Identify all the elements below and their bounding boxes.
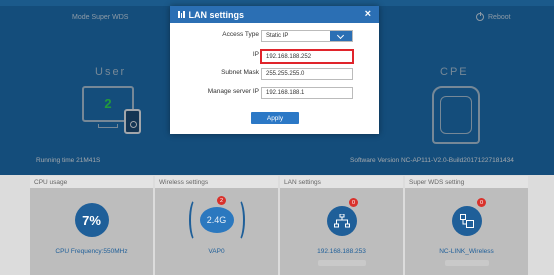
panel-cpu: CPU usage 7% CPU Frequency:550MHz	[30, 176, 153, 275]
wifi-icon: 2.4G	[188, 198, 245, 242]
apply-button[interactable]: Apply	[251, 112, 299, 124]
access-type-label: Access Type	[222, 31, 259, 38]
panel-title: CPU usage	[30, 176, 153, 188]
chevron-down-icon[interactable]	[330, 31, 352, 41]
wds-icon	[451, 206, 482, 236]
access-type-select[interactable]: Static IP	[261, 30, 353, 42]
ip-input[interactable]: 192.168.188.252	[260, 49, 354, 64]
panel-title: Wireless settings	[155, 176, 278, 188]
panel-wireless[interactable]: Wireless settings 2.4G 2 VAP0	[155, 176, 278, 275]
dialog-title: LAN settings	[188, 9, 245, 20]
redacted-bar	[318, 260, 366, 266]
cpu-usage-value: 7%	[74, 203, 109, 237]
subnet-row: Subnet Mask 255.255.255.0	[170, 68, 379, 80]
panel-title: Super WDS setting	[405, 176, 528, 188]
panel-wds[interactable]: Super WDS setting 0 NC-LINK_Wireless	[405, 176, 528, 275]
access-type-row: Access Type Static IP	[170, 30, 379, 42]
redacted-bar	[445, 260, 489, 266]
manage-server-ip-input[interactable]: 192.168.188.1	[261, 87, 353, 99]
notification-badge: 0	[349, 198, 358, 207]
panel-footer: 192.168.188.253	[317, 248, 366, 255]
settings-sliders-icon	[178, 11, 185, 18]
subnet-mask-label: Subnet Mask	[221, 69, 259, 76]
ip-row: IP 192.168.188.252	[170, 49, 379, 64]
lan-settings-dialog: LAN settings × Access Type Static IP IP …	[170, 6, 379, 134]
panel-footer: VAP0	[208, 248, 225, 255]
panel-footer: CPU Frequency:550MHz	[55, 248, 128, 255]
panel-footer: NC-LINK_Wireless	[439, 248, 494, 255]
close-icon[interactable]: ×	[365, 8, 371, 20]
notification-badge: 2	[217, 196, 226, 205]
access-type-value: Static IP	[266, 33, 289, 39]
notification-badge: 0	[477, 198, 486, 207]
status-panels: CPU usage 7% CPU Frequency:550MHz Wirele…	[30, 176, 528, 275]
manage-server-ip-label: Manage server IP	[207, 88, 259, 95]
dialog-header: LAN settings ×	[170, 6, 379, 23]
network-icon	[326, 206, 357, 236]
panel-lan[interactable]: LAN settings 0 192.168.188.253	[280, 176, 403, 275]
panel-title: LAN settings	[280, 176, 403, 188]
ip-label: IP	[252, 51, 259, 58]
band-value: 2.4G	[199, 207, 234, 233]
manage-server-row: Manage server IP 192.168.188.1	[170, 87, 379, 99]
subnet-mask-input[interactable]: 255.255.255.0	[261, 68, 353, 80]
